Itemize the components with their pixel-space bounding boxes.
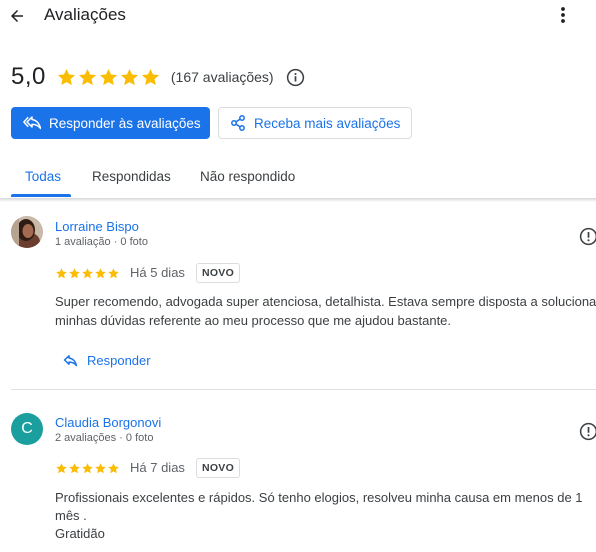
report-icon[interactable] [578,226,596,246]
reviewer-meta: 2 avaliações · 0 foto [55,432,154,444]
star-icon [69,268,80,279]
review-date: Há 5 dias [130,265,185,280]
review-stars [55,462,120,475]
star-icon [82,268,93,279]
review-tabs: Todas Respondidas Não respondido [0,158,596,198]
app-bar: Avaliações [0,0,596,32]
star-icon [141,68,159,85]
reply-reviews-label: Responder às avaliações [49,115,201,131]
star-icon [56,463,67,474]
star-icon [120,68,138,85]
new-badge: NOVO [196,458,240,478]
reviewer-meta: 1 avaliação · 0 foto [55,236,148,248]
avatar[interactable]: C [11,413,43,445]
more-vert-icon [561,7,565,23]
avatar[interactable] [11,216,43,248]
review-text-line-1: Super recomendo, advogada super atencios… [55,294,596,309]
active-tab-indicator [11,194,71,197]
rating-stars [56,67,161,88]
page-title: Avaliações [44,5,126,24]
reviews-page: Avaliações 5,0 (167 avaliações) Responde… [0,0,596,552]
tabs-divider [0,198,596,202]
star-icon [69,463,80,474]
get-more-reviews-label: Receba mais avaliações [254,115,401,131]
reply-all-icon [23,116,41,130]
rating-summary: 5,0 (167 avaliações) [11,62,306,92]
reviewer-name[interactable]: Lorraine Bispo [55,219,139,234]
review-date: Há 7 dias [130,460,185,475]
back-button[interactable] [6,5,28,27]
tab-unanswered[interactable]: Não respondido [200,169,295,184]
review-divider [11,389,596,390]
review-text-line-3: Gratidão [55,526,105,541]
info-icon[interactable] [286,67,306,87]
star-icon [57,68,75,85]
reply-reviews-button[interactable]: Responder às avaliações [11,107,210,139]
reply-label: Responder [87,353,151,368]
star-icon [78,68,96,85]
share-icon [231,115,245,131]
star-icon [108,463,119,474]
tab-answered[interactable]: Respondidas [92,169,171,184]
more-options-button[interactable] [553,4,573,26]
arrow-back-icon [11,10,23,22]
star-icon [82,463,93,474]
reply-icon [63,354,78,366]
star-icon [95,463,106,474]
rating-count: (167 avaliações) [170,69,274,85]
tab-all[interactable]: Todas [25,169,61,184]
star-icon [99,68,117,85]
reviewer-name[interactable]: Claudia Borgonovi [55,415,161,430]
review-stars [55,267,120,280]
new-badge: NOVO [196,263,240,283]
star-icon [95,268,106,279]
reply-button[interactable]: Responder [63,353,151,368]
star-icon [56,268,67,279]
review-text-line-2: mês . [55,508,87,523]
get-more-reviews-button[interactable]: Receba mais avaliações [218,107,412,139]
review-text-line-2: minhas dúvidas referente ao meu processo… [55,313,452,328]
review-text-line-1: Profissionais excelentes e rápidos. Só t… [55,490,583,505]
rating-value: 5,0 [11,63,46,90]
report-icon[interactable] [578,421,596,441]
star-icon [108,268,119,279]
